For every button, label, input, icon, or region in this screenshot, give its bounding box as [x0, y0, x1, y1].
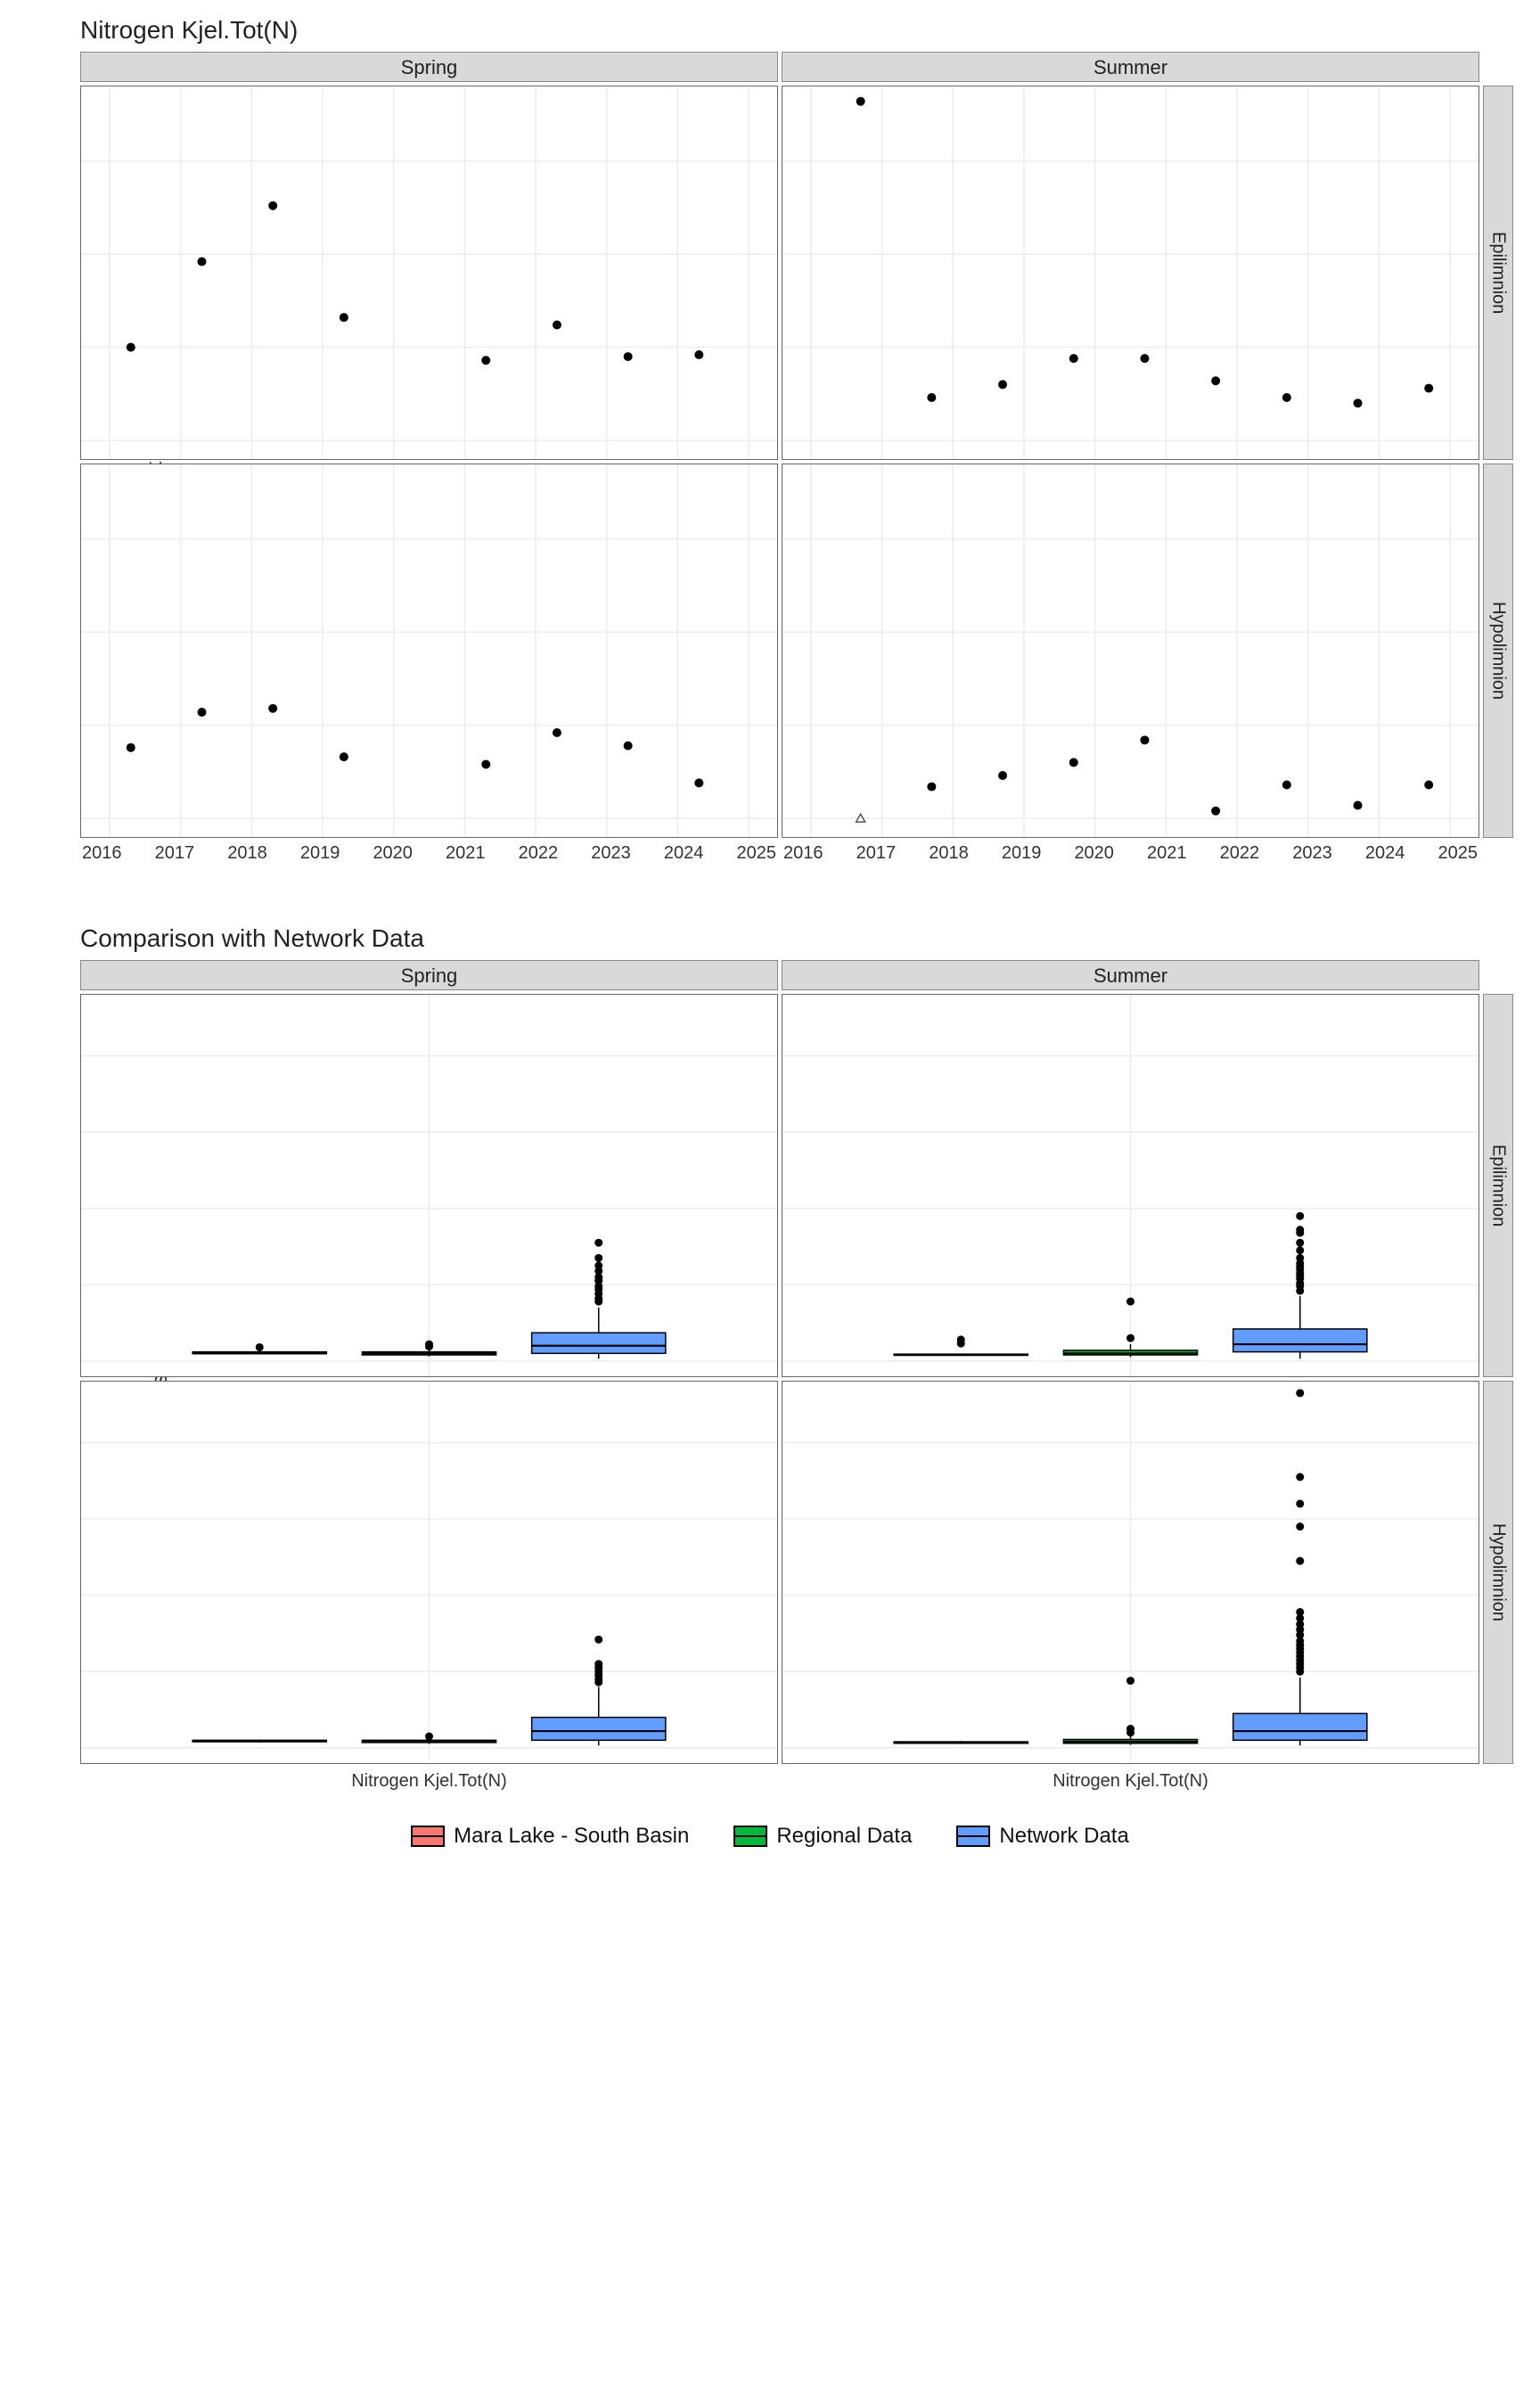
scatter-chart-block: Nitrogen Kjel.Tot(N) Result (mg/L) Sprin… [0, 0, 1540, 864]
facet-col-spring: Spring [80, 52, 778, 82]
legend-label: Regional Data [776, 1824, 912, 1849]
facet-row-epi-b: Epilimnion [1483, 994, 1513, 1377]
legend-item: Regional Data [733, 1824, 912, 1849]
legend-item: Mara Lake - South Basin [411, 1824, 689, 1849]
facet-row-hypo-b: Hypolimnion [1483, 1381, 1513, 1764]
x-tick-labels: 2016201720182019202020212022202320242025 [80, 838, 778, 864]
legend-label: Network Data [999, 1824, 1128, 1849]
facet-row-epi: Epilimnion [1483, 86, 1513, 460]
x-category-label: Nitrogen Kjel.Tot(N) [80, 1764, 778, 1792]
legend: Mara Lake - South Basin Regional Data Netw… [0, 1792, 1540, 1884]
panel-spring-epi: 0.050.100.150.20 [80, 86, 778, 460]
scatter-title: Nitrogen Kjel.Tot(N) [0, 0, 1540, 52]
panel-summer-hypo [782, 464, 1479, 838]
legend-swatch-icon [733, 1826, 767, 1847]
facet-row-hypo: Hypolimnion [1483, 464, 1513, 838]
legend-swatch-icon [956, 1826, 990, 1847]
legend-label: Mara Lake - South Basin [454, 1824, 689, 1849]
boxplot-chart-block: Comparison with Network Data Results (mg… [0, 908, 1540, 1792]
legend-swatch-icon [411, 1826, 445, 1847]
facet-col-summer-b: Summer [782, 960, 1479, 990]
panel-box-spring-hypo: 01234 [80, 1381, 778, 1764]
x-tick-labels: 2016201720182019202020212022202320242025 [782, 838, 1479, 864]
panel-box-summer-epi [782, 994, 1479, 1377]
x-category-label: Nitrogen Kjel.Tot(N) [782, 1764, 1479, 1792]
panel-box-summer-hypo [782, 1381, 1479, 1764]
panel-box-spring-epi: 01234 [80, 994, 778, 1377]
legend-item: Network Data [956, 1824, 1128, 1849]
facet-col-spring-b: Spring [80, 960, 778, 990]
facet-col-summer: Summer [782, 52, 1479, 82]
boxplot-title: Comparison with Network Data [0, 908, 1540, 960]
page-root: Nitrogen Kjel.Tot(N) Result (mg/L) Sprin… [0, 0, 1540, 1884]
panel-spring-hypo: 0.050.100.150.20 [80, 464, 778, 838]
panel-summer-epi [782, 86, 1479, 460]
